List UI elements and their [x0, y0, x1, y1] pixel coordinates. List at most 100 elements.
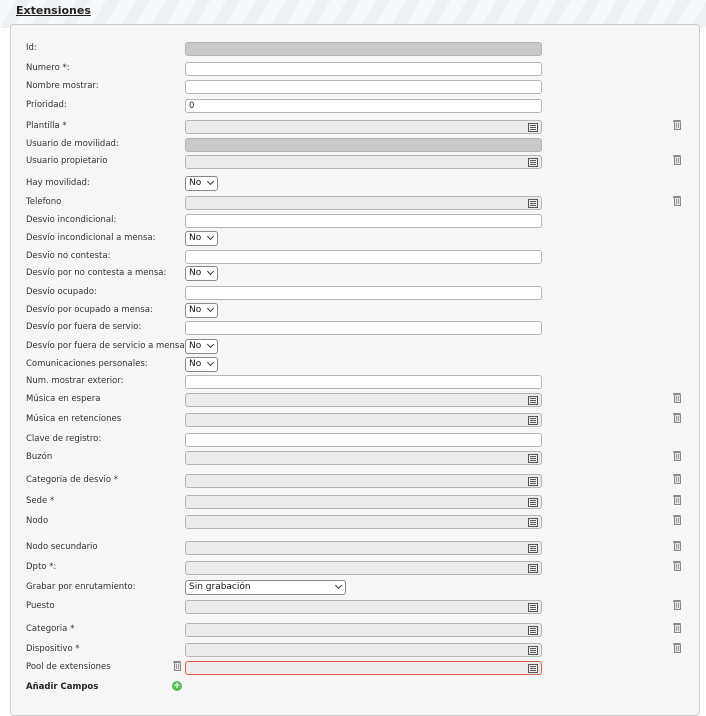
categoria-desvio-lookup[interactable] — [185, 474, 542, 488]
list-icon[interactable] — [528, 158, 538, 167]
desvio-no-contesta-input[interactable] — [185, 250, 542, 264]
hay-movilidad-select[interactable]: No — [185, 176, 218, 191]
list-icon[interactable] — [528, 477, 538, 486]
dpto-lookup[interactable] — [185, 561, 542, 575]
plantilla-lookup[interactable] — [185, 120, 542, 134]
list-icon[interactable] — [528, 664, 538, 673]
row-sede: Sede * — [0, 495, 706, 509]
nodo-lookup[interactable] — [185, 515, 542, 529]
comunicaciones-personales-select[interactable]: No — [185, 357, 218, 372]
prioridad-input[interactable]: 0 — [185, 99, 542, 113]
usuario-propietario-lookup[interactable] — [185, 155, 542, 169]
trash-icon[interactable] — [173, 661, 181, 671]
trash-icon[interactable] — [673, 623, 681, 633]
label-categoria: Categoria * — [26, 624, 75, 634]
list-icon[interactable] — [528, 396, 538, 405]
label-usuario-propietario: Usuario propietario — [26, 156, 108, 166]
list-icon[interactable] — [528, 454, 538, 463]
chevron-down-icon — [206, 340, 215, 349]
desvio-incondicional-input[interactable] — [185, 214, 542, 228]
nodo-secundario-lookup[interactable] — [185, 541, 542, 555]
row-clave-registro: Clave de registro: — [0, 433, 706, 447]
chevron-down-icon — [334, 581, 343, 590]
row-buzon: Buzón — [0, 451, 706, 465]
chevron-down-icon — [206, 177, 215, 186]
list-icon[interactable] — [528, 199, 538, 208]
puesto-lookup[interactable] — [185, 600, 542, 614]
numero-input[interactable] — [185, 62, 542, 76]
label-desvio-ocupado: Desvío ocupado: — [26, 287, 97, 297]
row-musica-espera: Música en espera — [0, 393, 706, 407]
label-nombre-mostrar: Nombre mostrar: — [26, 81, 99, 91]
add-fields-label: Añadir Campos — [26, 682, 99, 692]
label-telefono: Telefono — [26, 197, 62, 207]
trash-icon[interactable] — [673, 120, 681, 130]
label-grabar-enrutamiento: Grabar por enrutamiento: — [26, 582, 136, 592]
trash-icon[interactable] — [673, 451, 681, 461]
row-categoria-desvio: Categoria de desvio * — [0, 474, 706, 488]
num-mostrar-exterior-input[interactable] — [185, 375, 542, 389]
nombre-mostrar-input[interactable] — [185, 80, 542, 94]
label-clave-registro: Clave de registro: — [26, 434, 102, 444]
label-desvio-no-contesta-mensa: Desvío por no contesta a mensa: — [26, 268, 167, 278]
row-desvio-ocupado-mensa: Desvío por ocupado a mensa: No — [0, 303, 706, 318]
musica-espera-lookup[interactable] — [185, 393, 542, 407]
hay-movilidad-value: No — [189, 178, 202, 188]
categoria-lookup[interactable] — [185, 623, 542, 637]
trash-icon[interactable] — [673, 643, 681, 653]
row-nombre-mostrar: Nombre mostrar: — [0, 80, 706, 94]
telefono-lookup[interactable] — [185, 196, 542, 210]
trash-icon[interactable] — [673, 196, 681, 206]
label-pool-extensiones: Pool de extensiones — [26, 662, 111, 672]
row-categoria: Categoria * — [0, 623, 706, 637]
list-icon[interactable] — [528, 544, 538, 553]
row-musica-retenciones: Música en retenciones — [0, 413, 706, 427]
label-buzon: Buzón — [26, 452, 53, 462]
dispositivo-lookup[interactable] — [185, 643, 542, 657]
trash-icon[interactable] — [673, 495, 681, 505]
buzon-lookup[interactable] — [185, 451, 542, 465]
sede-lookup[interactable] — [185, 495, 542, 509]
trash-icon[interactable] — [673, 515, 681, 525]
desvio-fuera-servicio-input[interactable] — [185, 321, 542, 335]
list-icon[interactable] — [528, 626, 538, 635]
list-icon[interactable] — [528, 518, 538, 527]
label-plantilla: Plantilla * — [26, 121, 67, 131]
trash-icon[interactable] — [673, 474, 681, 484]
desvio-incondicional-mensa-select[interactable]: No — [185, 231, 218, 246]
row-grabar-enrutamiento: Grabar por enrutamiento: Sin grabación — [0, 580, 706, 595]
pool-extensiones-lookup[interactable] — [185, 661, 542, 675]
list-icon[interactable] — [528, 564, 538, 573]
desvio-fuera-servicio-mensa-select[interactable]: No — [185, 339, 218, 354]
list-icon[interactable] — [528, 603, 538, 612]
label-usuario-movilidad: Usuario de movilidad: — [26, 139, 119, 149]
musica-retenciones-lookup[interactable] — [185, 413, 542, 427]
trash-icon[interactable] — [673, 413, 681, 423]
trash-icon[interactable] — [673, 155, 681, 165]
label-numero: Numero *: — [26, 63, 70, 73]
label-nodo-secundario: Nodo secundario — [26, 542, 98, 552]
trash-icon[interactable] — [673, 393, 681, 403]
list-icon[interactable] — [528, 416, 538, 425]
label-sede: Sede * — [26, 496, 55, 506]
clave-registro-input[interactable] — [185, 433, 542, 447]
row-usuario-movilidad: Usuario de movilidad: — [0, 138, 706, 152]
label-puesto: Puesto — [26, 601, 55, 611]
usuario-movilidad-field — [185, 138, 542, 152]
row-puesto: Puesto — [0, 600, 706, 614]
label-desvio-fuera-servicio-mensa: Desvío por fuera de servicio a mensa: — [26, 341, 188, 351]
trash-icon[interactable] — [673, 600, 681, 610]
label-categoria-desvio: Categoria de desvio * — [26, 475, 118, 485]
row-plantilla: Plantilla * — [0, 120, 706, 134]
list-icon[interactable] — [528, 498, 538, 507]
list-icon[interactable] — [528, 646, 538, 655]
desvio-ocupado-mensa-value: No — [189, 305, 202, 315]
grabar-enrutamiento-select[interactable]: Sin grabación — [185, 580, 346, 595]
trash-icon[interactable] — [673, 561, 681, 571]
desvio-ocupado-mensa-select[interactable]: No — [185, 303, 218, 318]
add-icon[interactable]: + — [172, 681, 182, 691]
desvio-ocupado-input[interactable] — [185, 286, 542, 300]
desvio-no-contesta-mensa-select[interactable]: No — [185, 266, 218, 281]
trash-icon[interactable] — [673, 541, 681, 551]
list-icon[interactable] — [528, 123, 538, 132]
